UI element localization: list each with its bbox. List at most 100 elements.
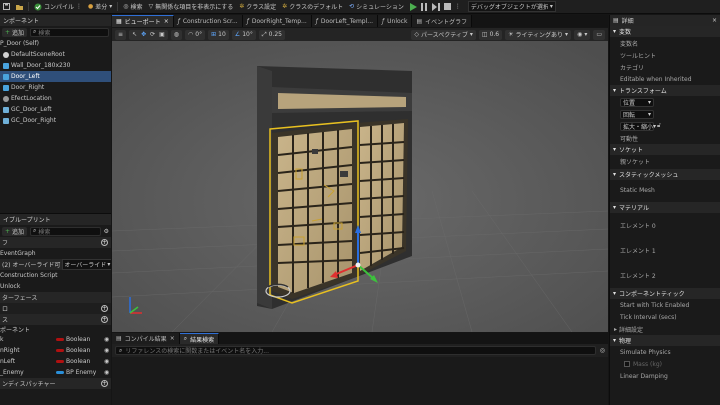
browse-button[interactable] [13,0,26,14]
components-search[interactable]: ⌕ 検索 [30,27,109,37]
tree-item-gc-door-right[interactable]: GC_Door_Right [0,115,111,126]
select-tool-icon[interactable]: ↖ [132,31,137,38]
close-icon[interactable]: × [164,18,169,25]
variables-section[interactable]: ス + [0,314,111,325]
tree-item-gc-door-left[interactable]: GC_Door_Left [0,104,111,115]
tree-item-efectlocation[interactable]: EfectLocation [0,93,111,104]
variable-row[interactable]: _Enemy BP Enemy ◉ [0,367,111,378]
hide-unrelated-button[interactable]: ▽ 無関係な項目を非表示にする [146,0,237,14]
variables-section-label: ス [2,317,9,324]
lock-icon[interactable]: 🔓︎ [657,122,661,130]
view-mode-button[interactable]: ☀ ライティングあり ▾ [505,29,572,40]
tab-viewport[interactable]: ▦ ビューポート × [112,15,174,27]
scale-tool-icon[interactable]: ▣ [159,31,165,38]
interfaces-section[interactable]: ターフェース [0,292,111,303]
section-component-tick[interactable]: ▾ コンポーネントティック [610,288,720,299]
tab-find-results[interactable]: ⌕ 結果検索 [179,333,220,344]
diff-button[interactable]: ● 差分 ▾ [85,0,115,14]
section-physics[interactable]: ▾ 物理 [610,335,720,346]
hide-unrelated-label: 無関係な項目を非表示にする [155,4,234,11]
components-search-placeholder: 検索 [38,29,51,37]
eye-icon[interactable]: ◉ [104,347,109,354]
eye-icon[interactable]: ◉ [104,358,109,365]
viewport-options-button[interactable]: ≡ [115,29,127,40]
function-item[interactable]: Construction Script [0,270,111,281]
prop-editable-inherited: Editable when Inherited [610,73,720,85]
tab-unlock[interactable]: ƒ Unlock [378,15,413,27]
mass-checkbox[interactable] [624,361,630,367]
variable-row[interactable]: nRight Boolean ◉ [0,345,111,356]
close-icon[interactable]: × [170,335,175,342]
search-button[interactable]: ◎ 検索 [120,0,145,14]
search-icon: ⌕ [33,28,37,35]
simulation-button[interactable]: ⟲ シミュレーション [346,0,407,14]
scale-snap-button[interactable]: ⤢ 0.25 [258,29,285,40]
section-static-mesh[interactable]: ▾ スタティックメッシュ [610,169,720,180]
blueprint-search[interactable]: ⌕ 検索 [30,226,101,236]
prop-category: カテゴリ [610,61,720,73]
add-variable-icon[interactable]: + [101,316,108,323]
override-dropdown[interactable]: オーバーライド ▾ [62,259,111,270]
rotation-dropdown[interactable]: 回転 ▾ [620,109,654,119]
tree-item-wall-door[interactable]: Wall_Door_180x230 [0,60,111,71]
compile-button[interactable]: コンパイル ⋮ [31,0,85,14]
play-button[interactable]: ⋮ [407,0,464,14]
viewport-3d[interactable] [112,41,608,332]
section-socket[interactable]: ▾ ソケット [610,144,720,155]
find-input[interactable]: ⌕ リファレンスの検索に関数またはイベント名を入力... [115,346,596,355]
tab-construction-script[interactable]: ƒ Construction Scr... [173,15,243,27]
class-settings-button[interactable]: ✲ クラス設定 [236,0,279,14]
macros-section-label: ロ [2,306,9,313]
section-materials[interactable]: ▾ マテリアル [610,202,720,213]
coordinate-space-button[interactable]: ◍ [170,29,183,40]
move-tool-icon[interactable]: ✥ [141,31,146,38]
perspective-button[interactable]: ◇ パースペクティブ ▾ [411,29,476,40]
tab-event-graph[interactable]: ▤ イベントグラフ [412,15,473,27]
graph-item-eventgraph[interactable]: EventGraph [0,248,111,259]
tab-doorright-template[interactable]: ƒ DoorRight_Temp... [242,15,312,27]
section-transform[interactable]: ▾ トランスフォーム [610,85,720,96]
rotate-tool-icon[interactable]: ⟳ [150,31,155,38]
binoculars-icon[interactable]: ◎ [600,347,605,354]
event-dispatchers-section[interactable]: ンディスパッチャー + [0,378,111,389]
save-button[interactable] [0,0,13,14]
eye-icon[interactable]: ◉ [104,369,109,376]
add-dispatcher-icon[interactable]: + [101,380,108,387]
chevron-down-icon: ▾ [613,28,617,35]
grid-snap-button[interactable]: ⊞ 10 [208,29,229,40]
show-flags-button[interactable]: ◉ ▾ [574,29,591,40]
save-icon [3,3,10,10]
prop-tooltip: ツールヒント [610,49,720,61]
gear-icon[interactable]: ⚙ [104,228,109,235]
variable-row[interactable]: nLeft Boolean ◉ [0,356,111,367]
tree-item-defaultsceneroot[interactable]: DefaultSceneRoot [0,49,111,60]
variable-row[interactable]: k Boolean ◉ [0,334,111,345]
close-icon[interactable]: × [712,17,717,24]
macros-section[interactable]: ロ + [0,303,111,314]
viewport-tab-icon: ▦ [116,18,122,25]
function-item[interactable]: Unlock [0,281,111,292]
debug-object-select[interactable]: デバッグオブジェクトが選択されていません ▾ [467,1,556,12]
graphs-section[interactable]: フ + [0,237,111,248]
surface-snap-button[interactable]: ◠ 0° [185,29,206,40]
add-component-button[interactable]: + 追加 [2,27,28,37]
add-blueprint-item-button[interactable]: + 追加 [2,226,28,236]
location-dropdown[interactable]: 位置 ▾ [620,97,654,107]
components-subsection[interactable]: ポーネント [0,325,111,334]
add-graph-icon[interactable]: + [101,239,108,246]
class-defaults-button[interactable]: ✲ クラスのデフォルト [279,0,346,14]
tab-doorleft-template[interactable]: ƒ DoorLeft_Templ... [311,15,379,27]
tree-item-door-right[interactable]: Door_Right [0,82,111,93]
eye-icon[interactable]: ◉ [104,336,109,343]
tree-item-door-left[interactable]: Door_Left [0,71,111,82]
rotation-snap-button[interactable]: ∠ 10° [231,29,256,40]
functions-section[interactable]: (2) オーバーライド可 オーバーライド ▾ + [0,259,111,270]
section-variables[interactable]: ▾ 変数 [610,26,720,37]
tree-item-self[interactable]: P_Door (Self) [0,38,111,49]
add-macro-icon[interactable]: + [101,305,108,312]
scale-dropdown[interactable]: 拡大・縮小 ▾ [620,121,656,131]
viewport-layout-button[interactable]: ▭ [593,29,605,40]
prop-advanced[interactable]: ▸ 詳細設定 [610,323,720,335]
camera-speed-button[interactable]: ◫ 0.6 [478,29,503,40]
tab-compiler-results[interactable]: ▤ コンパイル結果 × [112,333,180,344]
